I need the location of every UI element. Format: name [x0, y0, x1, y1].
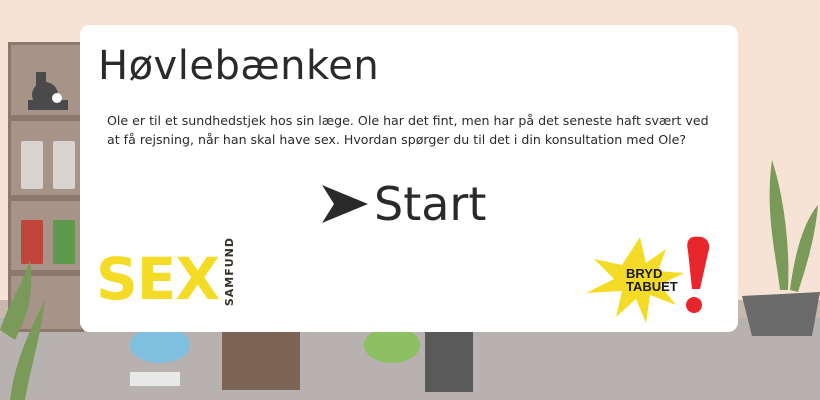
- tabuet-line: TABUET: [626, 279, 678, 294]
- desk: [222, 332, 300, 390]
- plant-right: [742, 160, 820, 336]
- character-blue: [130, 327, 190, 363]
- sex-logo-text: SEX: [96, 245, 220, 314]
- start-button[interactable]: Start: [320, 177, 486, 231]
- samfund-logo-text: SAMFUND: [223, 237, 237, 307]
- sex-og-samfund-logo: SEX SAMFUND: [96, 237, 236, 308]
- page-title: Høvlebænken: [98, 43, 380, 89]
- intro-card: Høvlebænken Ole er til et sundhedstjek h…: [80, 25, 738, 332]
- scenario-description: Ole er til et sundhedstjek hos sin læge.…: [107, 113, 709, 147]
- chair: [425, 332, 473, 392]
- plant-left: [0, 260, 45, 400]
- bryd-tabuet-logo: BRYD TABUET: [580, 229, 720, 327]
- start-button-label: Start: [374, 177, 487, 231]
- bryd-tabuet-text: BRYD TABUET: [626, 267, 678, 293]
- arrow-right-icon: [322, 185, 368, 223]
- microscope-icon: [28, 72, 68, 110]
- character-green: [364, 327, 420, 363]
- chair-base: [130, 372, 180, 386]
